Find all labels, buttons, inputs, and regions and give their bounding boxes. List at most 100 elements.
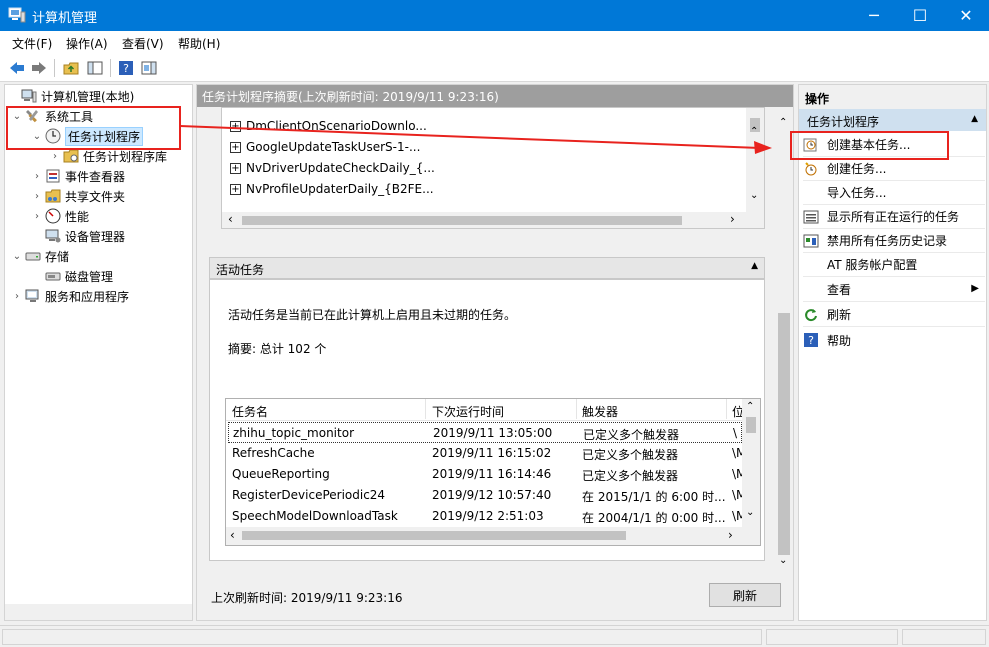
create-task-icon (803, 161, 819, 177)
tree-horizontal-scrollbar[interactable] (5, 604, 192, 620)
tree-item-disk-management[interactable]: 磁盘管理 (31, 266, 113, 286)
collapse-triangle-icon[interactable]: ▲ (751, 261, 758, 271)
tree-item-shared-folders[interactable]: › 共享文件夹 (31, 186, 125, 206)
tree-item-label: 存储 (45, 248, 69, 265)
collapse-triangle-icon[interactable]: ▲ (971, 114, 978, 124)
refresh-button[interactable]: 刷新 (709, 583, 781, 607)
list-item[interactable]: + GoogleUpdateTaskUserS-1-... (230, 137, 420, 157)
center-vertical-scrollbar[interactable]: ⌃ ⌄ (775, 107, 793, 573)
chevron-right-icon[interactable]: › (31, 171, 43, 182)
show-action-pane-icon[interactable] (138, 57, 160, 79)
chevron-right-icon[interactable]: › (730, 212, 735, 226)
list-item[interactable]: + NvProfileUpdaterDaily_{B2FE... (230, 179, 434, 199)
chevron-down-icon[interactable]: ⌄ (750, 190, 758, 201)
annotation-highlight-box (6, 106, 181, 150)
expand-plus-icon[interactable]: + (230, 121, 241, 132)
table-row[interactable]: zhihu_topic_monitor 2019/9/11 13:05:00 已… (228, 422, 742, 443)
chevron-right-icon[interactable]: › (11, 291, 23, 302)
table-row[interactable]: QueueReporting 2019/9/11 16:14:46 已定义多个触… (228, 464, 742, 485)
menu-action[interactable]: 操作(A) (66, 35, 108, 52)
active-tasks-header[interactable]: 活动任务 ▲ (209, 257, 765, 279)
tree-item-root[interactable]: 计算机管理(本地) (7, 86, 134, 106)
action-disable-history[interactable]: 禁用所有任务历史记录 (803, 229, 985, 253)
actions-section-task-scheduler[interactable]: 任务计划程序 ▲ (799, 109, 986, 131)
last-refresh-text: 上次刷新时间: 2019/9/11 9:23:16 (211, 589, 402, 606)
navigation-tree: 计算机管理(本地) ⌄ 系统工具 ⌄ 任务计划程序 › 任务计划程序库 › 事件… (4, 84, 193, 621)
computer-management-icon (8, 7, 26, 23)
action-import-task[interactable]: 导入任务... (803, 181, 985, 205)
chevron-up-icon[interactable]: ⌃ (750, 126, 758, 137)
action-at-service-config[interactable]: AT 服务帐户配置 (803, 253, 985, 277)
tree-item-device-manager[interactable]: 设备管理器 (31, 226, 125, 246)
status-segment (2, 629, 762, 645)
actions-title: 操作 (799, 85, 986, 109)
grid-horizontal-scrollbar[interactable]: ‹ › (226, 527, 760, 545)
grid-vertical-scrollbar[interactable]: ⌃ ⌄ (742, 399, 760, 527)
tree-item-label: 任务计划程序库 (83, 148, 167, 165)
help-icon[interactable]: ? (115, 57, 137, 79)
action-view[interactable]: 查看 ▶ (803, 278, 985, 302)
back-arrow-icon[interactable] (6, 57, 28, 79)
shared-folder-icon (45, 188, 61, 204)
minimize-button[interactable]: ─ (851, 0, 897, 31)
action-create-task[interactable]: 创建任务... (803, 157, 985, 181)
list-vertical-scrollbar[interactable]: ⌃ ⌄ (746, 108, 764, 212)
task-scheduler-summary: 任务计划程序摘要(上次刷新时间: 2019/9/11 9:23:16) + Dm… (196, 84, 794, 621)
up-folder-icon[interactable] (60, 57, 82, 79)
tree-item-label: 事件查看器 (65, 168, 125, 185)
toolbar: ? (0, 54, 989, 82)
chevron-down-icon[interactable]: ⌄ (11, 251, 23, 262)
table-row[interactable]: RefreshCache 2019/9/11 16:15:02 已定义多个触发器… (228, 443, 742, 464)
menu-bar: 文件(F) 操作(A) 查看(V) 帮助(H) (0, 31, 989, 54)
menu-file[interactable]: 文件(F) (12, 35, 52, 52)
list-item[interactable]: + DmClientOnScenarioDownlo... (230, 116, 427, 136)
menu-view[interactable]: 查看(V) (122, 35, 164, 52)
expand-plus-icon[interactable]: + (230, 163, 241, 174)
column-header-next-run[interactable]: 下次运行时间 (432, 403, 504, 420)
chevron-right-icon[interactable]: › (31, 191, 43, 202)
action-show-running[interactable]: 显示所有正在运行的任务 (803, 205, 985, 229)
tree-item-storage[interactable]: ⌄ 存储 (11, 246, 69, 266)
table-row[interactable]: RegisterDevicePeriodic24 2019/9/12 10:57… (228, 485, 742, 506)
submenu-arrow-icon: ▶ (971, 283, 979, 294)
column-header-name[interactable]: 任务名 (232, 403, 268, 420)
close-button[interactable]: ✕ (943, 0, 989, 31)
device-manager-icon (45, 228, 61, 244)
maximize-button[interactable]: ☐ (897, 0, 943, 31)
show-hide-tree-icon[interactable] (84, 57, 106, 79)
refresh-icon (803, 307, 819, 323)
table-row[interactable]: SpeechModelDownloadTask 2019/9/12 2:51:0… (228, 506, 742, 527)
chevron-right-icon[interactable]: › (31, 211, 43, 222)
list-item[interactable]: + NvDriverUpdateCheckDaily_{... (230, 158, 435, 178)
tree-item-services-apps[interactable]: › 服务和应用程序 (11, 286, 129, 306)
performance-icon (45, 208, 61, 224)
chevron-up-icon[interactable]: ⌃ (746, 401, 754, 412)
column-header-trigger[interactable]: 触发器 (582, 403, 618, 420)
tree-item-performance[interactable]: › 性能 (31, 206, 89, 226)
forward-arrow-icon[interactable] (28, 57, 50, 79)
chevron-left-icon[interactable]: ‹ (230, 528, 235, 542)
tree-item-event-viewer[interactable]: › 事件查看器 (31, 166, 125, 186)
action-help[interactable]: ? 帮助 (803, 328, 985, 352)
tree-item-label: 性能 (65, 208, 89, 225)
chevron-down-icon[interactable]: ⌄ (779, 555, 787, 566)
expand-plus-icon[interactable]: + (230, 142, 241, 153)
summary-header: 任务计划程序摘要(上次刷新时间: 2019/9/11 9:23:16) (197, 85, 793, 107)
history-icon (803, 233, 819, 249)
event-viewer-icon (45, 168, 61, 184)
actions-pane: 操作 任务计划程序 ▲ 创建基本任务... 创建任务... 导入任务... 显示… (798, 84, 987, 621)
chevron-up-icon[interactable]: ⌃ (779, 117, 787, 128)
action-refresh[interactable]: 刷新 (803, 303, 985, 327)
active-tasks-description: 活动任务是当前已在此计算机上启用且未过期的任务。 (228, 306, 516, 323)
chevron-right-icon[interactable]: › (49, 151, 61, 162)
chevron-right-icon[interactable]: › (728, 528, 733, 542)
services-icon (25, 288, 41, 304)
expand-plus-icon[interactable]: + (230, 184, 241, 195)
chevron-down-icon[interactable]: ⌄ (746, 507, 754, 518)
active-tasks-grid: 任务名 下次运行时间 触发器 位 zhihu_topic_monitor 201… (225, 398, 761, 546)
folder-clock-icon (63, 148, 79, 164)
chevron-left-icon[interactable]: ‹ (228, 212, 233, 226)
menu-help[interactable]: 帮助(H) (178, 35, 220, 52)
task-status-list: + DmClientOnScenarioDownlo... + GoogleUp… (221, 107, 765, 229)
list-horizontal-scrollbar[interactable]: ‹ › (222, 212, 764, 228)
